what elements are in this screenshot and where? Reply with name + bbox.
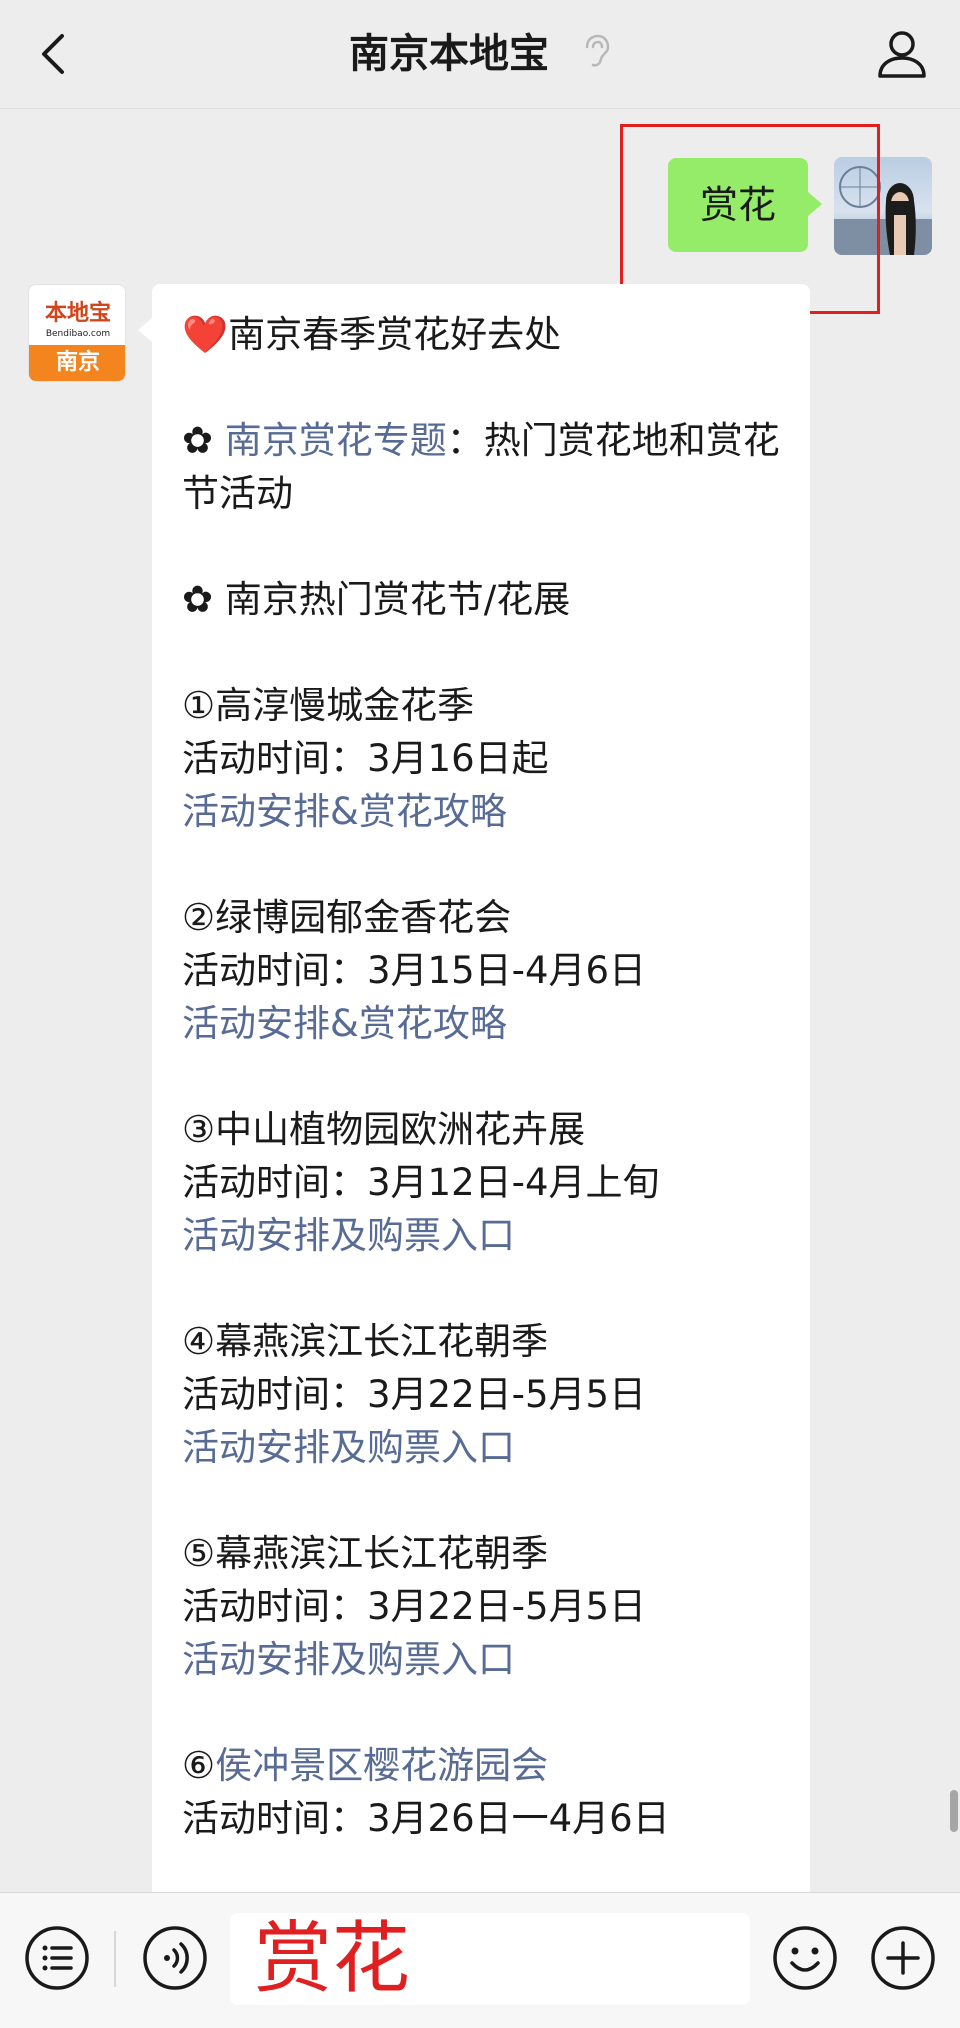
person-icon [878,31,926,78]
event-name: ④幕燕滨江长江花朝季 [182,1320,549,1363]
section-title: ✿ 南京热门赏花节/花展 [182,578,571,621]
bot-message-bubble: ❤️南京春季赏花好去处 ✿ 南京赏花专题：热门赏花地和赏花节活动 ✿ 南京热门赏… [152,284,810,2004]
event-name: ③中山植物园欧洲花卉展 [182,1108,586,1151]
avatar-logo-text: 本地宝 [44,300,111,326]
bot-avatar[interactable]: 本地宝 Bendibao.com 南京 [28,284,126,382]
chat-header: 南京本地宝 [0,0,960,109]
event-link[interactable]: 活动安排&赏花攻略 [182,997,787,1050]
heart-icon: ❤️ [182,313,229,356]
event-name: ⑥侯冲景区樱花游园会 [182,1744,549,1787]
bot-message-content: ❤️南京春季赏花好去处 ✿ 南京赏花专题：热门赏花地和赏花节活动 ✿ 南京热门赏… [182,308,787,1845]
event-link[interactable]: 活动安排及购票入口 [182,1633,787,1686]
more-button[interactable] [868,1923,938,1993]
scrollbar-thumb[interactable] [950,1790,958,1832]
topic-line: ✿ 南京赏花专题：热门赏花地和赏花节活动 [182,419,780,515]
event-name: ①高淳慢城金花季 [182,684,475,727]
menu-button[interactable] [22,1923,92,1993]
event-link[interactable]: 活动安排及购票入口 [182,1421,787,1474]
emoji-icon [773,1926,837,1990]
flower-bullet-icon: ✿ [182,419,214,462]
event-name-link[interactable]: 侯冲景区樱花游园会 [215,1744,548,1787]
profile-button[interactable] [872,24,932,84]
ear-icon [581,28,611,84]
event-time: 活动时间：3月26日一4月6日 [182,1797,670,1840]
voice-icon [143,1926,207,1990]
event-time: 活动时间：3月22日-5月5日 [182,1373,647,1416]
event-time: 活动时间：3月22日-5月5日 [182,1585,647,1628]
menu-list-icon [25,1926,89,1990]
chat-title: 南京本地宝 [349,31,550,77]
flower-bullet-icon: ✿ [182,578,214,621]
input-toolbar: 赏花 [0,1892,960,2028]
bubble-tail [138,318,152,342]
event-time: 活动时间：3月16日起 [182,737,549,780]
event-name: ⑤幕燕滨江长江花朝季 [182,1532,549,1575]
message-heading: ❤️南京春季赏花好去处 [182,313,562,356]
message-input[interactable]: 赏花 [230,1913,750,2005]
plus-icon [871,1926,935,1990]
voice-button[interactable] [140,1923,210,1993]
chat-title-container: 南京本地宝 [0,26,960,84]
event-link[interactable]: 活动安排&赏花攻略 [182,785,787,838]
event-name: ②绿博园郁金香花会 [182,896,512,939]
event-time: 活动时间：3月15日-4月6日 [182,949,647,992]
avatar-city-label: 南京 [29,345,125,381]
event-link[interactable]: 活动安排及购票入口 [182,1209,787,1262]
avatar-logo-url: Bendibao.com [45,329,111,339]
message-input-text: 赏花 [254,1914,411,2004]
event-time: 活动时间：3月12日-4月上旬 [182,1161,660,1204]
emoji-button[interactable] [770,1923,840,1993]
topic-link[interactable]: 南京赏花专题 [225,419,447,462]
toolbar-divider [114,1931,116,1987]
